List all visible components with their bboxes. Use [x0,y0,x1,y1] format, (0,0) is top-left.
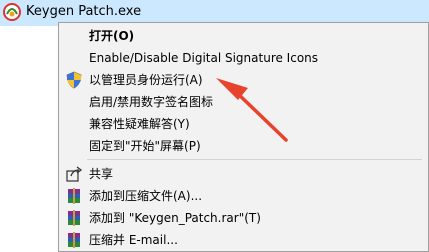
winrar-icon [68,232,80,248]
menu-separator [87,159,422,160]
menu-item-label: 以管理员身份运行(A) [89,73,203,87]
winrar-icon [68,210,80,226]
menu-item-label: Enable/Disable Digital Signature Icons [89,51,319,65]
menu-item-label: 添加到压缩文件(A)... [89,189,203,203]
menu-item-pin-to-start[interactable]: 固定到"开始"屏幕(P) [59,135,428,157]
menu-item-label: 启用/禁用数字签名图标 [89,95,214,109]
file-name: Keygen Patch.exe [26,4,142,19]
menu-item-label: 固定到"开始"屏幕(P) [89,139,201,153]
menu-item-digital-signature-en[interactable]: Enable/Disable Digital Signature Icons [59,47,428,69]
menu-item-open[interactable]: 打开(O) [59,25,428,47]
keygen-app-icon [3,3,21,21]
menu-item-digital-signature-zh[interactable]: 启用/禁用数字签名图标 [59,91,428,113]
menu-item-label: 兼容性疑难解答(Y) [89,117,190,131]
menu-item-label: 共享 [89,167,114,181]
menu-item-add-to-archive[interactable]: 添加到压缩文件(A)... [59,185,428,207]
share-icon [66,166,83,182]
menu-item-label: 压缩并 E-mail... [89,233,178,247]
context-menu: 打开(O) Enable/Disable Digital Signature I… [58,22,429,252]
menu-item-label: 添加到 "Keygen_Patch.rar"(T) [89,211,261,225]
menu-item-add-to-rar[interactable]: 添加到 "Keygen_Patch.rar"(T) [59,207,428,229]
menu-item-compatibility[interactable]: 兼容性疑难解答(Y) [59,113,428,135]
winrar-icon [68,188,80,204]
shield-icon [66,71,82,89]
menu-item-run-as-admin[interactable]: 以管理员身份运行(A) [59,69,428,91]
menu-item-compress-email[interactable]: 压缩并 E-mail... [59,229,428,251]
menu-item-label: 打开(O) [89,29,135,43]
menu-item-share[interactable]: 共享 [59,163,428,185]
